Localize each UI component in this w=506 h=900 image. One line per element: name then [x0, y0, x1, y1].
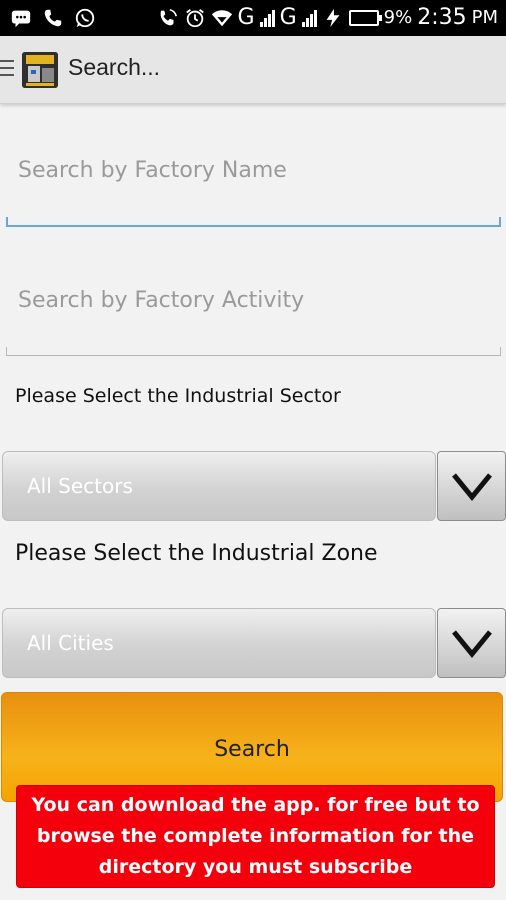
zone-dropdown-button[interactable]: [437, 608, 506, 678]
sector-label: Please Select the Industrial Sector: [15, 385, 341, 407]
battery-icon: [348, 10, 382, 26]
zone-spinner-field[interactable]: All Cities: [2, 608, 436, 678]
clock-ampm: PM: [471, 7, 498, 28]
sector-spinner[interactable]: All Sectors: [2, 451, 506, 521]
status-bar: G G 9% 2:35 PM: [0, 0, 506, 36]
zone-spinner-value: All Cities: [27, 631, 114, 655]
app-logo-icon[interactable]: [22, 52, 58, 88]
status-notifications: [10, 6, 96, 30]
factory-activity-input[interactable]: [6, 270, 501, 330]
page-title: Search...: [68, 54, 161, 80]
menu-icon[interactable]: [0, 60, 14, 80]
chevron-down-icon: [451, 630, 492, 658]
status-indicators: G G 9% 2:35 PM: [157, 4, 498, 32]
network-type-2: G: [279, 5, 297, 30]
network-type-1: G: [237, 5, 255, 30]
factory-name-input[interactable]: [6, 140, 501, 200]
signal-icon-2: [301, 9, 317, 27]
zone-spinner[interactable]: All Cities: [2, 608, 506, 678]
zone-label: Please Select the Industrial Zone: [15, 541, 378, 566]
whatsapp-icon: [75, 8, 95, 28]
phone-icon: [44, 9, 62, 27]
chevron-down-icon: [451, 473, 492, 501]
action-bar: Search...: [0, 36, 506, 104]
sector-spinner-value: All Sectors: [27, 474, 133, 498]
wifi-icon: [211, 10, 232, 27]
sector-spinner-field[interactable]: All Sectors: [2, 451, 436, 521]
search-button-label: Search: [214, 737, 290, 762]
subscription-banner-text: You can download the app. for free but t…: [31, 794, 480, 878]
battery-percent: 9%: [383, 7, 413, 28]
message-icon: [11, 10, 31, 28]
charging-icon: [326, 8, 340, 28]
clock: 2:35: [417, 5, 467, 30]
wifi-call-icon: [160, 8, 177, 26]
factory-activity-underline: [6, 347, 501, 356]
signal-icon: [259, 9, 275, 27]
subscription-banner[interactable]: You can download the app. for free but t…: [16, 785, 495, 888]
alarm-icon: [185, 9, 204, 28]
sector-dropdown-button[interactable]: [437, 451, 506, 521]
factory-name-underline: [6, 217, 501, 227]
